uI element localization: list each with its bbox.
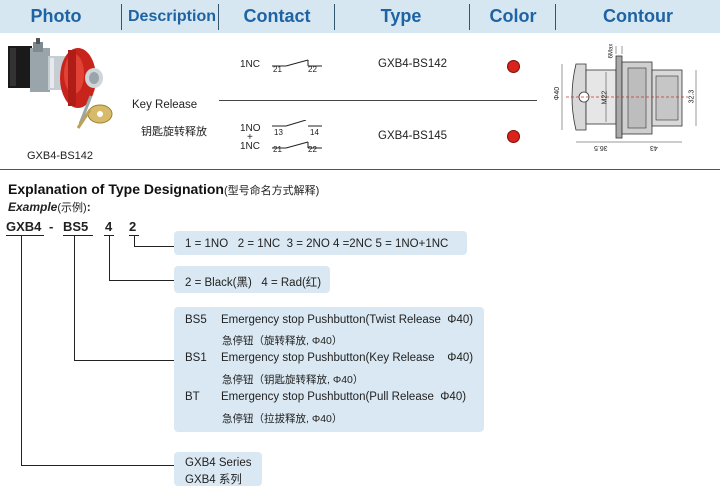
series-cn: GXB4 系列 bbox=[185, 474, 242, 486]
row1-term-a: 21 bbox=[273, 65, 282, 74]
connector-4-v bbox=[109, 236, 110, 281]
code-gxb4: GXB4 bbox=[6, 219, 42, 234]
row1-term-b: 22 bbox=[308, 65, 317, 74]
row-divider bbox=[219, 100, 537, 101]
row1-color-dot bbox=[507, 60, 520, 73]
example-label-en: Example bbox=[8, 200, 58, 214]
description-cn: 钥匙旋转释放 bbox=[141, 126, 207, 138]
contact-options-text: 1 = 1NO 2 = 1NC 3 = 2NO 4 =2NC 5 = 1NO+1… bbox=[185, 238, 449, 250]
dim-w1: 36.5 bbox=[594, 144, 608, 151]
dim-d4: 6Max bbox=[608, 43, 615, 59]
row2-color-dot bbox=[507, 130, 520, 143]
code-4: 4 bbox=[105, 219, 113, 234]
header-photo: Photo bbox=[30, 6, 82, 26]
table-bottom-rule bbox=[0, 169, 720, 170]
row2-contact-nc: 1NC bbox=[240, 141, 261, 152]
row2-nc-a: 21 bbox=[273, 145, 282, 154]
operator-cn-bs1: 急停钮（钥匙旋转释放, Φ40） bbox=[222, 374, 364, 386]
example-label-cn: (示例) bbox=[57, 202, 87, 214]
operator-code-bs1: BS1 bbox=[185, 352, 207, 364]
code-2: 2 bbox=[129, 219, 137, 234]
underline-gxb4 bbox=[6, 235, 44, 236]
description-en: Key Release bbox=[132, 99, 198, 111]
header-divider bbox=[121, 4, 122, 30]
example-label: Example(示例): bbox=[8, 198, 91, 216]
header-contact: Contact bbox=[243, 6, 311, 26]
underline-bs5 bbox=[63, 235, 93, 236]
row2-no-a: 13 bbox=[274, 128, 283, 137]
connector-bs-v bbox=[74, 236, 75, 361]
header-description: Description bbox=[127, 8, 216, 25]
code-dash: - bbox=[49, 219, 54, 234]
dim-d3: 32.3 bbox=[688, 89, 696, 104]
row1-type: GXB4-BS142 bbox=[378, 58, 448, 70]
connector-gxb4-v bbox=[21, 236, 22, 466]
header-color: Color bbox=[489, 6, 537, 26]
row2-no-b: 14 bbox=[310, 128, 319, 137]
row2-type: GXB4-BS145 bbox=[378, 130, 448, 142]
designation-title: Explanation of Type Designation(型号命名方式解释… bbox=[8, 181, 319, 199]
connector-2-h bbox=[134, 246, 174, 247]
operator-code-bt: BT bbox=[185, 391, 200, 403]
operator-code-bs5: BS5 bbox=[185, 314, 207, 326]
operator-desc-bt: Emergency stop Pushbutton(Pull Release Φ… bbox=[221, 391, 467, 403]
header-contour: Contour bbox=[603, 6, 673, 26]
dim-d1: Φ40 bbox=[554, 86, 562, 101]
product-photo bbox=[8, 38, 113, 129]
connector-4-h bbox=[109, 280, 174, 281]
designation-title-cn: (型号命名方式解释) bbox=[223, 185, 320, 197]
color-options-text: 2 = Black(黑) 4 = Rad(红) bbox=[185, 277, 322, 289]
operator-cn-bt: 急停钮（拉拔释放, Φ40） bbox=[222, 413, 343, 425]
designation-title-en: Explanation of Type Designation bbox=[8, 181, 224, 197]
code-bs5: BS5 bbox=[63, 219, 89, 234]
row1-contact: 1NC bbox=[240, 59, 261, 70]
header-type: Type bbox=[380, 6, 422, 26]
connector-gxb4-h bbox=[21, 465, 174, 466]
operator-desc-bs5: Emergency stop Pushbutton(Twist Release … bbox=[221, 314, 474, 326]
header-divider bbox=[218, 4, 219, 30]
dim-w2: 43 bbox=[650, 144, 658, 151]
series-en: GXB4 Series bbox=[185, 457, 252, 469]
operator-cn-bs5: 急停钮（旋转释放, Φ40） bbox=[222, 335, 343, 347]
header-divider bbox=[334, 4, 335, 30]
operator-desc-bs1: Emergency stop Pushbutton(Key Release Φ4… bbox=[221, 352, 474, 364]
dim-d2: M22 bbox=[601, 90, 609, 105]
connector-bs-h bbox=[74, 360, 174, 361]
row2-nc-b: 22 bbox=[308, 145, 317, 154]
photo-caption: GXB4-BS142 bbox=[27, 150, 94, 162]
example-colon: : bbox=[86, 200, 91, 214]
